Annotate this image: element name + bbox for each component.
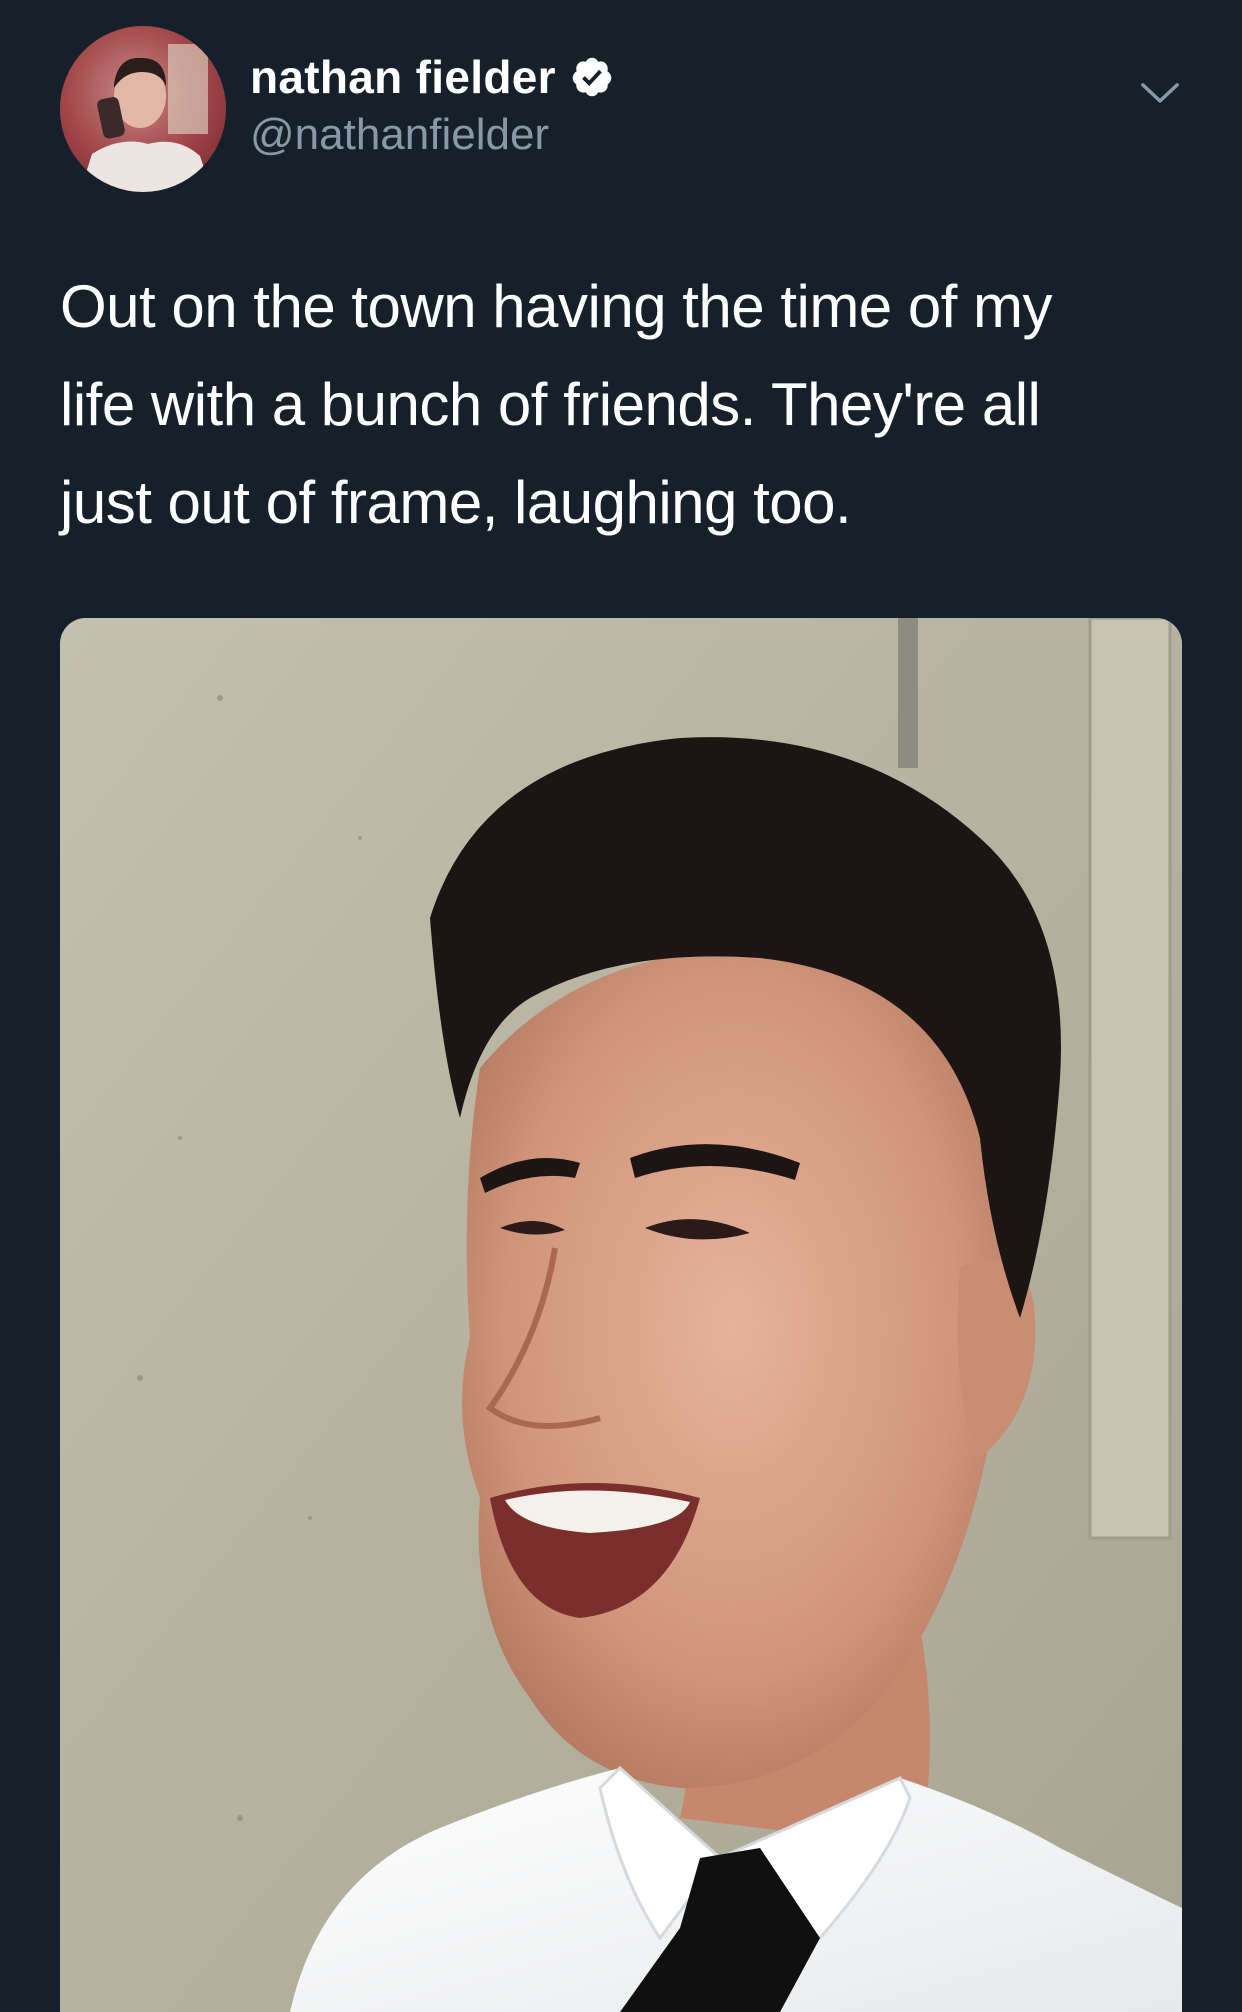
- tweet-text-line: life with a bunch of friends. They're al…: [60, 371, 1041, 438]
- tweet-menu-button[interactable]: [1130, 68, 1190, 118]
- display-name[interactable]: nathan fielder: [250, 50, 556, 104]
- avatar[interactable]: [60, 26, 226, 192]
- avatar-image: [60, 26, 226, 192]
- verified-badge-icon: [570, 55, 614, 99]
- author-handle[interactable]: @nathanfielder: [250, 110, 614, 160]
- chevron-down-icon: [1141, 83, 1179, 103]
- tweet: nathan fielder @nathanfielder Out on the…: [0, 0, 1242, 2012]
- photo-image: [60, 618, 1182, 2012]
- tweet-header: nathan fielder @nathanfielder: [60, 26, 1190, 196]
- tweet-text-line: just out of frame, laughing too.: [60, 469, 852, 536]
- display-name-row: nathan fielder: [250, 48, 614, 106]
- author-info: nathan fielder @nathanfielder: [250, 48, 614, 160]
- tweet-text: Out on the town having the time of my li…: [60, 258, 1190, 552]
- tweet-text-line: Out on the town having the time of my: [60, 273, 1053, 340]
- tweet-photo[interactable]: [60, 618, 1182, 2012]
